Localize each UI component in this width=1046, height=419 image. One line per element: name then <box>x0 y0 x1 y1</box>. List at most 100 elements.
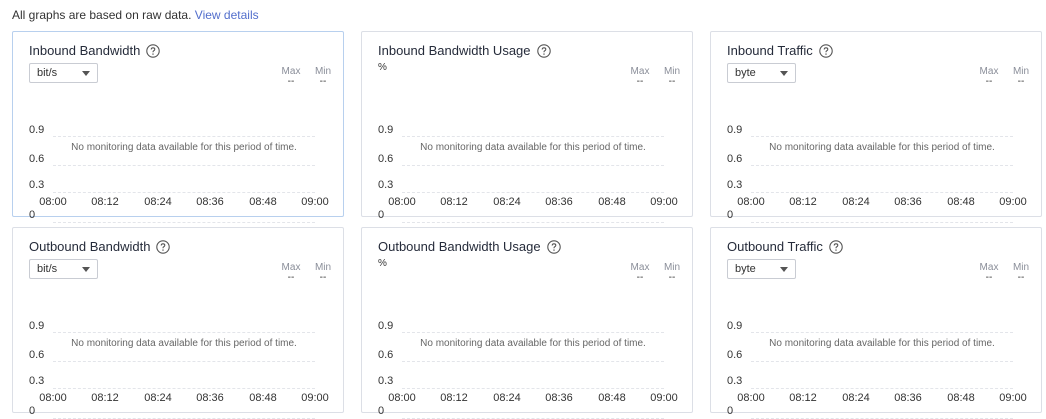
y-tick-label: 0.9 <box>727 124 743 136</box>
y-tick-label: 0.9 <box>29 124 45 136</box>
x-tick-label: 08:24 <box>842 196 870 208</box>
gridline <box>751 136 1013 137</box>
x-tick-label: 09:00 <box>301 392 329 404</box>
gridline <box>751 192 1013 193</box>
y-tick-label: 0.9 <box>727 320 743 332</box>
y-tick-label: 0.6 <box>378 349 394 361</box>
x-tick-label: 08:48 <box>598 196 626 208</box>
y-tick-label: 0.3 <box>727 375 743 387</box>
gridline <box>402 136 664 137</box>
y-tick-label: 0 <box>29 209 36 221</box>
x-tick-label: 08:12 <box>440 196 468 208</box>
y-tick-label: 0.3 <box>29 375 45 387</box>
no-data-message: No monitoring data available for this pe… <box>71 142 297 153</box>
x-tick-label: 08:12 <box>91 392 119 404</box>
no-data-message: No monitoring data available for this pe… <box>71 338 297 349</box>
gridline <box>402 165 664 166</box>
y-tick-label: 0.3 <box>378 179 394 191</box>
metric-card: Inbound Bandwidth Usage% Max -- Min -- 0.9 0.6… <box>361 31 693 223</box>
x-tick-label: 08:36 <box>196 196 224 208</box>
x-tick-label: 08:00 <box>737 392 765 404</box>
y-tick-label: 0.9 <box>378 124 394 136</box>
no-data-message: No monitoring data available for this pe… <box>769 142 995 153</box>
x-tick-label: 08:00 <box>388 196 416 208</box>
gridline <box>53 222 315 223</box>
x-tick-label: 08:36 <box>894 392 922 404</box>
x-tick-label: 08:48 <box>947 392 975 404</box>
gridline <box>53 165 315 166</box>
metric-card: Inbound Bandwidth bit/s Max -- Min -- 0.9 0.6 0.… <box>12 31 344 223</box>
no-data-message: No monitoring data available for this pe… <box>420 142 646 153</box>
x-tick-label: 08:36 <box>196 392 224 404</box>
y-tick-label: 0.6 <box>29 349 45 361</box>
x-tick-label: 08:00 <box>39 392 67 404</box>
chart-area: 0.9 0.6 0.3 0 08:00 08:12 08:24 08:36 08:48 09:00… <box>13 228 343 419</box>
y-tick-label: 0 <box>29 405 36 417</box>
x-tick-label: 09:00 <box>999 392 1027 404</box>
x-tick-label: 08:48 <box>249 196 277 208</box>
gridline <box>751 222 1013 223</box>
gridline <box>53 361 315 362</box>
notice-text: All graphs are based on raw data. <box>12 8 192 22</box>
metric-card: Inbound Traffic byte Max -- Min -- 0.9 0.6 0.3 0 0… <box>710 31 1042 223</box>
x-tick-label: 08:12 <box>440 392 468 404</box>
gridline <box>402 192 664 193</box>
metric-card: Outbound Bandwidth Usage% Max -- Min -- 0.9 0.… <box>361 227 693 419</box>
chart-area: 0.9 0.6 0.3 0 08:00 08:12 08:24 08:36 08:48 09:00… <box>362 228 692 419</box>
x-tick-label: 09:00 <box>650 196 678 208</box>
gridline <box>53 388 315 389</box>
gridline <box>751 165 1013 166</box>
gridline <box>751 361 1013 362</box>
x-tick-label: 08:00 <box>39 196 67 208</box>
y-tick-label: 0 <box>378 209 385 221</box>
x-tick-label: 09:00 <box>650 392 678 404</box>
gridline <box>53 332 315 333</box>
x-tick-label: 08:24 <box>493 392 521 404</box>
raw-data-notice: All graphs are based on raw data. View d… <box>12 8 259 22</box>
x-tick-label: 08:24 <box>842 392 870 404</box>
x-tick-label: 08:48 <box>249 392 277 404</box>
gridline <box>402 222 664 223</box>
x-tick-label: 08:36 <box>545 392 573 404</box>
metric-card: Outbound Traffic byte Max -- Min -- 0.9 0.6 0.3 0… <box>710 227 1042 419</box>
y-tick-label: 0 <box>378 405 385 417</box>
y-tick-label: 0.6 <box>727 349 743 361</box>
metric-card: Outbound Bandwidth bit/s Max -- Min -- 0.9 0.6 0… <box>12 227 344 419</box>
y-tick-label: 0.6 <box>727 153 743 165</box>
chart-area: 0.9 0.6 0.3 0 08:00 08:12 08:24 08:36 08:48 09:00… <box>13 32 343 223</box>
x-tick-label: 08:24 <box>144 392 172 404</box>
gridline <box>53 136 315 137</box>
y-tick-label: 0.3 <box>29 179 45 191</box>
x-tick-label: 08:24 <box>493 196 521 208</box>
gridline <box>751 388 1013 389</box>
gridline <box>402 332 664 333</box>
y-tick-label: 0 <box>727 405 734 417</box>
x-tick-label: 08:12 <box>789 196 817 208</box>
no-data-message: No monitoring data available for this pe… <box>420 338 646 349</box>
x-tick-label: 08:00 <box>388 392 416 404</box>
chart-area: 0.9 0.6 0.3 0 08:00 08:12 08:24 08:36 08:48 09:00… <box>711 228 1041 419</box>
gridline <box>402 361 664 362</box>
x-tick-label: 08:24 <box>144 196 172 208</box>
y-tick-label: 0.6 <box>29 153 45 165</box>
x-tick-label: 08:48 <box>598 392 626 404</box>
y-tick-label: 0.9 <box>378 320 394 332</box>
x-tick-label: 08:12 <box>789 392 817 404</box>
x-tick-label: 09:00 <box>999 196 1027 208</box>
y-tick-label: 0.9 <box>29 320 45 332</box>
x-tick-label: 09:00 <box>301 196 329 208</box>
view-details-link[interactable]: View details <box>195 8 259 22</box>
no-data-message: No monitoring data available for this pe… <box>769 338 995 349</box>
gridline <box>402 388 664 389</box>
y-tick-label: 0.3 <box>727 179 743 191</box>
x-tick-label: 08:00 <box>737 196 765 208</box>
chart-area: 0.9 0.6 0.3 0 08:00 08:12 08:24 08:36 08:48 09:00… <box>362 32 692 223</box>
x-tick-label: 08:48 <box>947 196 975 208</box>
chart-area: 0.9 0.6 0.3 0 08:00 08:12 08:24 08:36 08:48 09:00… <box>711 32 1041 223</box>
gridline <box>53 192 315 193</box>
y-tick-label: 0.6 <box>378 153 394 165</box>
y-tick-label: 0 <box>727 209 734 221</box>
x-tick-label: 08:36 <box>545 196 573 208</box>
y-tick-label: 0.3 <box>378 375 394 387</box>
x-tick-label: 08:36 <box>894 196 922 208</box>
